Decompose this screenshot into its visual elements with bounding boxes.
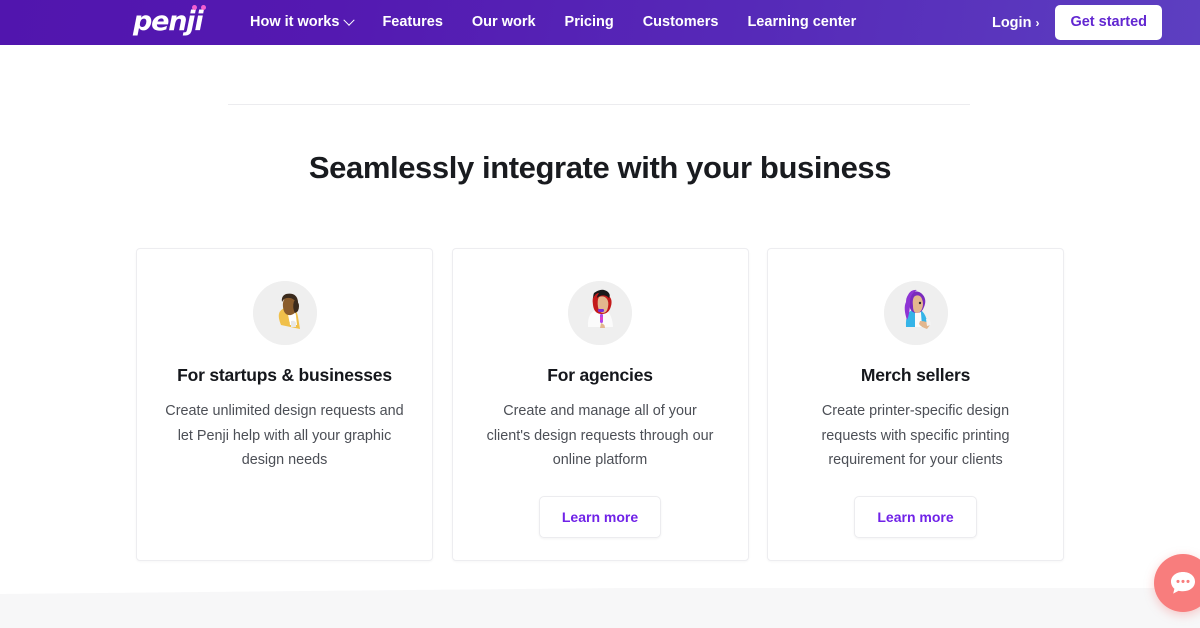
login-label: Login	[992, 15, 1031, 31]
illustration-person-yellow-cardigan-icon	[253, 281, 317, 345]
main-navigation: How it works Features Our work Pricing C…	[250, 0, 856, 45]
nav-item-customers[interactable]: Customers	[643, 0, 719, 45]
card-for-startups-and-businesses[interactable]: For startups & businesses Create unlimit…	[136, 248, 433, 561]
section-title: Seamlessly integrate with your business	[0, 150, 1200, 186]
penji-logo-text: penji	[133, 8, 202, 35]
card-description: Create and manage all of your client's d…	[480, 399, 720, 473]
learn-more-button[interactable]: Learn more	[854, 496, 976, 538]
header-actions: Login › Get started	[992, 0, 1200, 45]
illustration-person-purple-hair-icon	[884, 281, 948, 345]
nav-item-label: Learning center	[747, 0, 856, 45]
section-divider	[228, 104, 970, 105]
card-description: Create printer-specific design requests …	[796, 399, 1036, 473]
bottom-decorative-band	[0, 588, 1200, 628]
logo-dot-right-icon	[201, 5, 206, 10]
nav-item-label: Customers	[643, 0, 719, 45]
nav-item-our-work[interactable]: Our work	[472, 0, 536, 45]
card-for-agencies[interactable]: For agencies Create and manage all of yo…	[452, 248, 749, 561]
card-merch-sellers[interactable]: Merch sellers Create printer-specific de…	[767, 248, 1064, 561]
card-title: For agencies	[547, 365, 653, 386]
card-title: Merch sellers	[861, 365, 970, 386]
chevron-right-icon: ›	[1035, 16, 1039, 30]
nav-item-label: How it works	[250, 0, 339, 45]
nav-item-label: Features	[382, 0, 442, 45]
login-link[interactable]: Login ›	[992, 15, 1039, 31]
page-root: penji How it works Features Our work Pri…	[0, 0, 1200, 628]
logo-dot-left-icon	[192, 5, 197, 10]
learn-more-button[interactable]: Learn more	[539, 496, 661, 538]
card-title: For startups & businesses	[177, 365, 392, 386]
chat-bubble-icon	[1169, 570, 1197, 596]
nav-item-features[interactable]: Features	[382, 0, 442, 45]
chevron-down-icon	[344, 14, 355, 25]
nav-item-how-it-works[interactable]: How it works	[250, 0, 353, 45]
nav-item-label: Pricing	[565, 0, 614, 45]
card-description: Create unlimited design requests and let…	[165, 399, 405, 473]
feature-cards: For startups & businesses Create unlimit…	[136, 248, 1064, 561]
illustration-person-red-hair-icon	[568, 281, 632, 345]
penji-logo[interactable]: penji	[133, 3, 211, 37]
nav-item-label: Our work	[472, 0, 536, 45]
bottom-band-shape	[0, 588, 1200, 628]
site-header: penji How it works Features Our work Pri…	[0, 0, 1200, 45]
get-started-button[interactable]: Get started	[1055, 5, 1162, 40]
nav-item-pricing[interactable]: Pricing	[565, 0, 614, 45]
nav-item-learning-center[interactable]: Learning center	[747, 0, 856, 45]
